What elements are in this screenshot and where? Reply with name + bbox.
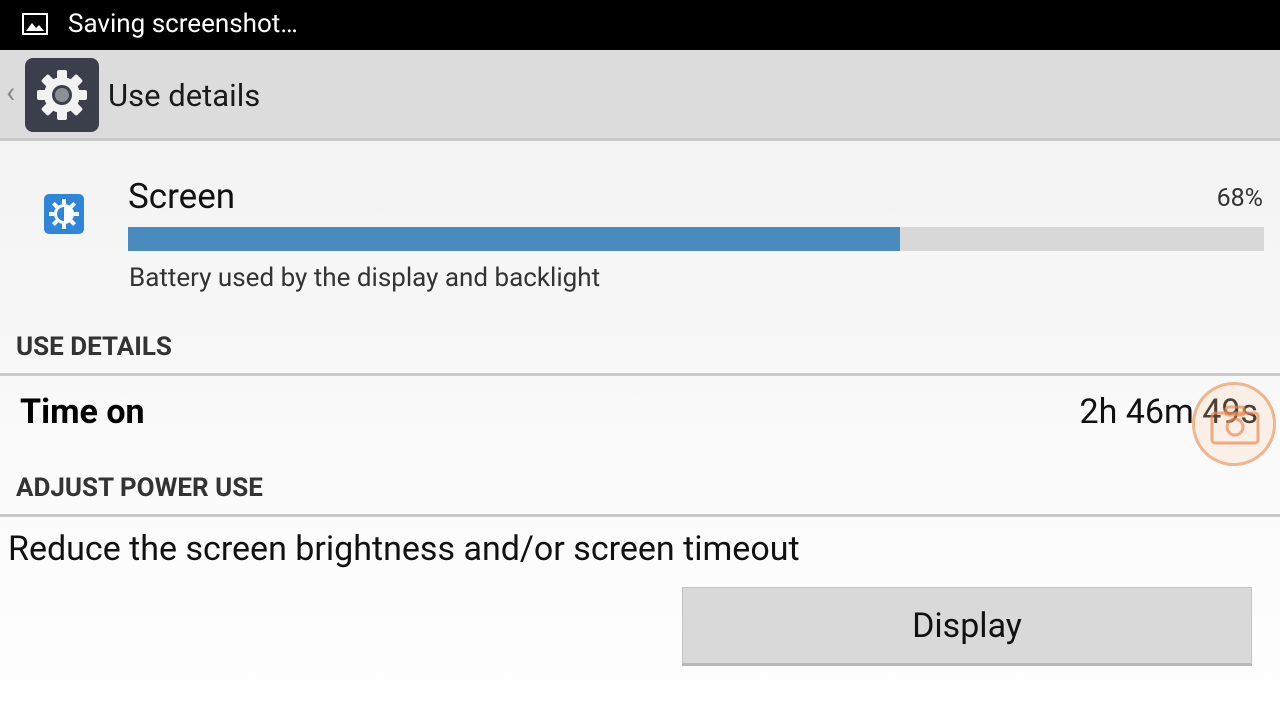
touch-indicator <box>1192 382 1276 466</box>
settings-gear-icon[interactable] <box>25 58 99 132</box>
section-divider <box>0 514 1280 517</box>
brightness-icon <box>44 194 84 234</box>
section-header-label: ADJUST POWER USE <box>16 473 263 503</box>
section-header-label: USE DETAILS <box>16 332 172 362</box>
status-notification-text: Saving screenshot… <box>68 9 298 39</box>
usage-item-name: Screen <box>128 176 236 217</box>
power-advice-text: Reduce the screen brightness and/or scre… <box>8 529 800 569</box>
action-bar: ‹ Use details <box>0 50 1280 141</box>
section-divider <box>0 373 1280 376</box>
usage-progress-fill <box>128 227 901 251</box>
status-bar: Saving screenshot… <box>0 0 1280 50</box>
usage-description: Battery used by the display and backligh… <box>129 263 601 293</box>
camera-icon <box>1210 405 1260 445</box>
display-settings-button[interactable]: Display <box>682 587 1252 666</box>
usage-progress-bar <box>128 227 1264 251</box>
time-on-label: Time on <box>20 392 145 432</box>
up-caret-icon[interactable]: ‹ <box>6 78 15 108</box>
usage-percent: 68% <box>1216 184 1263 213</box>
image-icon <box>22 13 48 35</box>
page-title: Use details <box>108 77 261 114</box>
